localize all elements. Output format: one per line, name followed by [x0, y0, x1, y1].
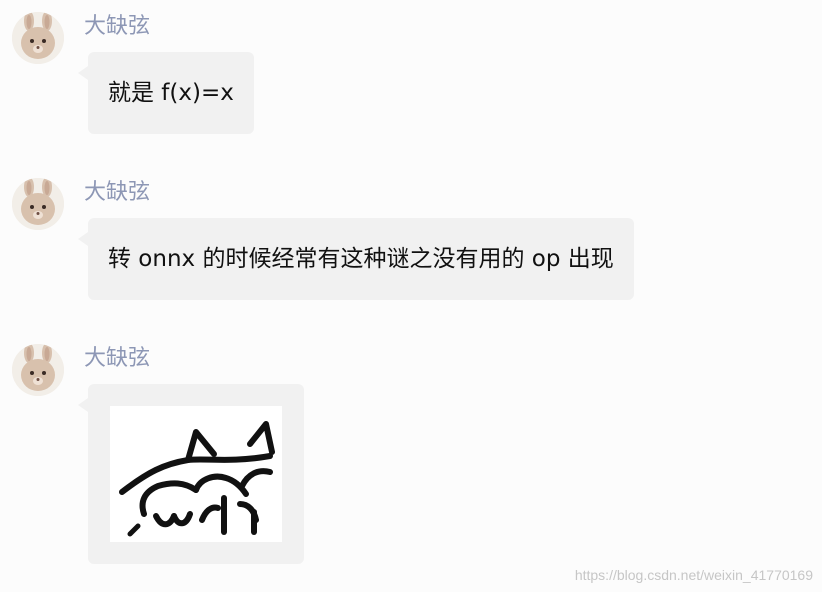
bunny-avatar-icon [12, 12, 64, 64]
message-text: 就是 f(x)=x [108, 80, 234, 106]
watermark-text: https://blog.csdn.net/weixin_41770169 [574, 567, 813, 583]
chat-window: { "messages": [ { "sender": "大缺弦", "text… [0, 0, 822, 592]
message-text: 转 onnx 的时候经常有这种谜之没有用的 op 出现 [108, 246, 614, 272]
message-bubble[interactable] [78, 384, 304, 564]
sender-name: 大缺弦 [84, 14, 151, 39]
bunny-avatar-icon [12, 178, 64, 230]
sticker-container [88, 384, 304, 564]
message-bubble[interactable]: 就是 f(x)=x [78, 52, 254, 134]
bunny-avatar-icon [12, 344, 64, 396]
sender-avatar[interactable] [12, 12, 64, 64]
sender-name: 大缺弦 [84, 346, 151, 371]
cat-sticker-image[interactable] [110, 406, 282, 542]
sender-avatar[interactable] [12, 178, 64, 230]
sender-avatar[interactable] [12, 344, 64, 396]
sender-name: 大缺弦 [84, 180, 151, 205]
message-bubble[interactable]: 转 onnx 的时候经常有这种谜之没有用的 op 出现 [78, 218, 634, 300]
